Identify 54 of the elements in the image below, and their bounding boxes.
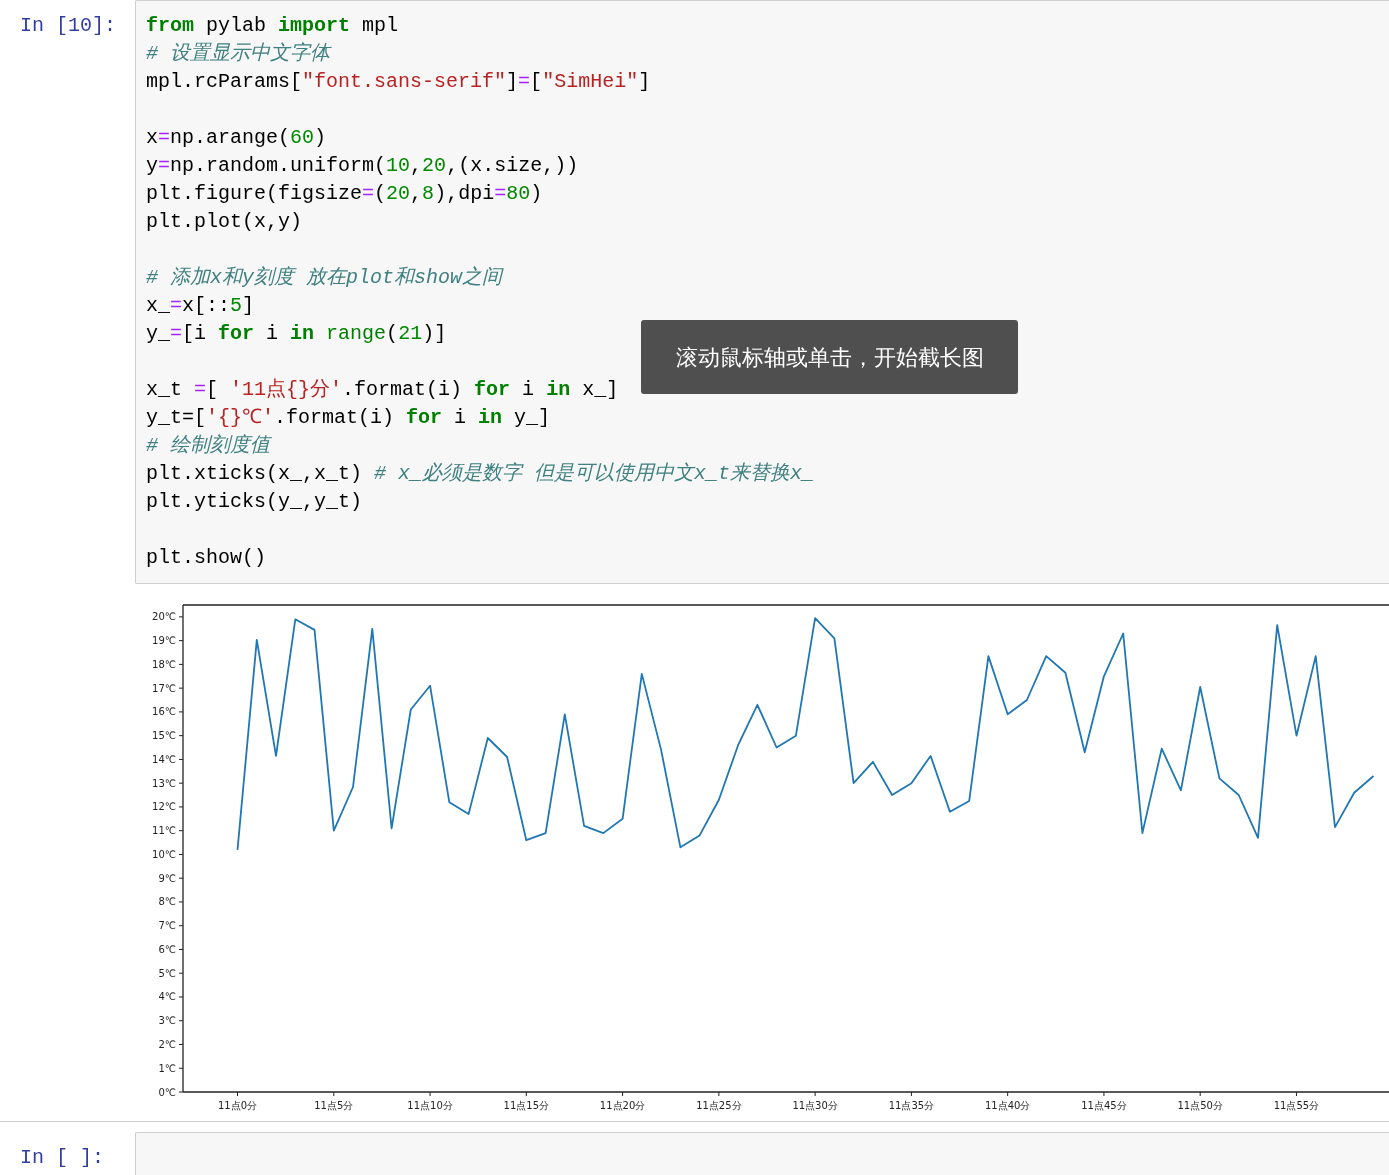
code-line: x_=x[::5] xyxy=(146,293,255,319)
x-tick-label: 11点50分 xyxy=(1177,1100,1223,1111)
code-line: y_=[i for i in range(21)] xyxy=(146,321,447,347)
y-tick-label: 20℃ xyxy=(152,611,176,623)
x-tick-label: 11点25分 xyxy=(696,1100,742,1111)
code-line: # 绘制刻度值 xyxy=(146,433,270,459)
x-tick-label: 11点20分 xyxy=(599,1100,646,1111)
y-tick-label: 3℃ xyxy=(158,1015,176,1027)
code-line: plt.xticks(x_,x_t) # x_必须是数字 但是可以使用中文x_t来替换x_ xyxy=(146,461,815,487)
code-line: from pylab import mpl xyxy=(146,13,399,39)
y-tick-label: 2℃ xyxy=(158,1039,176,1050)
y-tick-label: 11℃ xyxy=(152,825,176,837)
code-line: plt.yticks(y_,y_t) xyxy=(146,489,363,515)
code-line: y=np.random.uniform(10,20,(x.size,)) xyxy=(146,153,579,179)
code-cell[interactable] xyxy=(135,1132,1389,1175)
code-line: plt.plot(x,y) xyxy=(146,209,303,235)
x-tick-label: 11点40分 xyxy=(984,1100,1031,1111)
y-tick-label: 18℃ xyxy=(152,658,176,670)
code-line: x_t =[ '11点{}分'.format(i) for i in x_] xyxy=(146,377,619,403)
x-tick-label: 11点30分 xyxy=(792,1100,838,1111)
y-tick-label: 13℃ xyxy=(152,777,176,789)
y-tick-label: 4℃ xyxy=(158,991,176,1003)
code-line: plt.figure(figsize=(20,8),dpi=80) xyxy=(146,181,543,207)
code-line: # 添加x和y刻度 放在plot和show之间 xyxy=(146,265,503,291)
code-line: x=np.arange(60) xyxy=(146,125,327,151)
y-tick-label: 10℃ xyxy=(152,848,176,860)
x-tick-label: 11点10分 xyxy=(407,1100,453,1111)
y-tick-label: 16℃ xyxy=(152,706,176,718)
code-line: mpl.rcParams["font.sans-serif"]=["SimHei"] xyxy=(146,69,651,95)
code-line: # 设置显示中文字体 xyxy=(146,41,330,67)
x-tick-label: 11点15分 xyxy=(503,1100,550,1111)
cell-prompt: In [10]: xyxy=(19,13,117,39)
y-tick-label: 15℃ xyxy=(152,730,176,742)
cell-prompt: In [ ]: xyxy=(19,1145,105,1171)
tooltip: 滚动鼠标轴或单击，开始截长图 xyxy=(641,320,1018,394)
y-tick-label: 1℃ xyxy=(158,1062,176,1074)
x-tick-label: 11点55分 xyxy=(1273,1100,1320,1111)
y-tick-label: 5℃ xyxy=(158,967,176,979)
x-tick-label: 11点5分 xyxy=(314,1100,354,1111)
y-tick-label: 9℃ xyxy=(158,872,176,884)
y-tick-label: 8℃ xyxy=(158,896,176,908)
y-tick-label: 0℃ xyxy=(158,1086,176,1098)
x-tick-label: 11点35分 xyxy=(888,1100,935,1111)
y-tick-label: 19℃ xyxy=(152,635,176,647)
x-tick-label: 11点45分 xyxy=(1081,1100,1127,1111)
code-line: y_t=['{}℃'.format(i) for i in y_] xyxy=(146,405,551,431)
x-tick-label: 11点0分 xyxy=(218,1100,258,1111)
code-line: plt.show() xyxy=(146,545,267,571)
y-tick-label: 17℃ xyxy=(152,682,176,694)
y-tick-label: 14℃ xyxy=(152,753,176,765)
y-tick-label: 6℃ xyxy=(158,943,176,955)
code-cell[interactable] xyxy=(135,0,1389,584)
y-tick-label: 7℃ xyxy=(158,920,176,932)
y-tick-label: 12℃ xyxy=(152,801,176,813)
